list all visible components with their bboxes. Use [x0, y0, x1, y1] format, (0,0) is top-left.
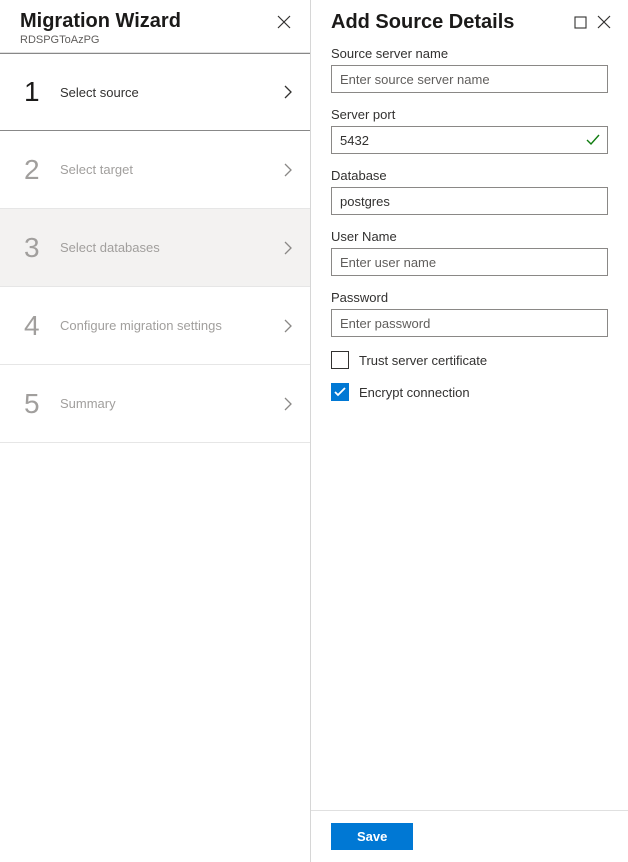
wizard-header: Migration Wizard RDSPGToAzPG — [0, 0, 310, 53]
server-port-label: Server port — [331, 107, 608, 122]
wizard-subtitle: RDSPGToAzPG — [20, 34, 181, 46]
encrypt-label: Encrypt connection — [359, 385, 470, 400]
step-number: 4 — [24, 310, 44, 342]
trust-cert-checkbox[interactable]: Trust server certificate — [331, 351, 608, 369]
step-select-source[interactable]: 1 Select source — [0, 53, 310, 131]
step-number: 2 — [24, 154, 44, 186]
close-icon[interactable] — [272, 10, 296, 34]
database-input[interactable] — [331, 187, 608, 215]
chevron-right-icon — [284, 85, 292, 99]
step-label: Summary — [60, 396, 268, 411]
chevron-right-icon — [284, 397, 292, 411]
server-name-input[interactable] — [331, 65, 608, 93]
close-icon[interactable] — [592, 10, 616, 34]
server-name-label: Source server name — [331, 46, 608, 61]
user-name-label: User Name — [331, 229, 608, 244]
checkbox-box — [331, 351, 349, 369]
wizard-title: Migration Wizard — [20, 10, 181, 33]
user-name-input[interactable] — [331, 248, 608, 276]
chevron-right-icon — [284, 163, 292, 177]
step-configure-migration[interactable]: 4 Configure migration settings — [0, 287, 310, 365]
database-label: Database — [331, 168, 608, 183]
encrypt-checkbox[interactable]: Encrypt connection — [331, 383, 608, 401]
maximize-icon[interactable] — [568, 10, 592, 34]
step-select-databases[interactable]: 3 Select databases — [0, 209, 310, 287]
save-button[interactable]: Save — [331, 823, 413, 850]
chevron-right-icon — [284, 241, 292, 255]
trust-cert-label: Trust server certificate — [359, 353, 487, 368]
details-header: Add Source Details — [311, 0, 628, 42]
details-title: Add Source Details — [331, 11, 568, 34]
step-summary[interactable]: 5 Summary — [0, 365, 310, 443]
wizard-panel: Migration Wizard RDSPGToAzPG 1 Select so… — [0, 0, 311, 862]
step-label: Select target — [60, 162, 268, 177]
step-label: Configure migration settings — [60, 318, 268, 333]
step-number: 1 — [24, 76, 44, 108]
server-port-input[interactable] — [331, 126, 608, 154]
step-number: 3 — [24, 232, 44, 264]
details-form: Source server name Server port Database — [311, 42, 628, 810]
password-label: Password — [331, 290, 608, 305]
step-label: Select databases — [60, 240, 268, 255]
step-select-target[interactable]: 2 Select target — [0, 131, 310, 209]
step-number: 5 — [24, 388, 44, 420]
chevron-right-icon — [284, 319, 292, 333]
password-input[interactable] — [331, 309, 608, 337]
checkbox-box — [331, 383, 349, 401]
details-panel: Add Source Details Source server name Se… — [311, 0, 628, 862]
step-label: Select source — [60, 85, 268, 100]
details-footer: Save — [311, 810, 628, 862]
